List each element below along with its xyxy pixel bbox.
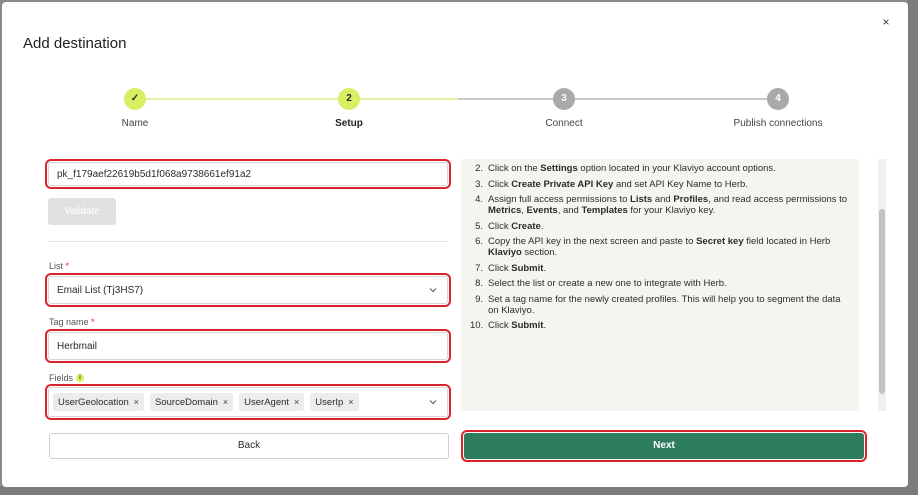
chip-user-geolocation: UserGeolocation × [53,393,145,411]
step-name-label: Name [121,118,149,129]
instruction-bold-text: Events [526,205,558,216]
instruction-text: and [652,194,674,205]
instruction-text: Click [488,262,512,274]
instructions-list: 2. Click on the Settings option located i… [470,163,850,336]
setup-form: pk_f179aef22619b5d1f068a9738661ef91a2 Va… [45,152,456,422]
instructions-panel: 2. Click on the Settings option located i… [461,159,859,411]
chip-remove-icon[interactable]: × [348,397,353,407]
instruction-text: Click [488,320,512,331]
instruction-bold-text: Lists [630,194,653,205]
fields-label: Fields i [49,373,85,383]
instruction-item: 10. Click Submit. [470,320,850,331]
scrollbar-thumb[interactable] [879,209,885,394]
instruction-text: . [543,320,547,331]
instruction-number: 3. [475,178,483,190]
instruction-bold-text: Create Private API Key [511,178,614,190]
modal-title: Add destination [23,35,127,52]
instruction-item: 7. Click Submit. [470,263,850,274]
instruction-text: field located in Herb [743,236,831,247]
instruction-text: and set API Key Name to Herb. [613,178,748,190]
close-icon[interactable]: × [878,14,894,30]
instruction-number: 6. [475,236,483,247]
stepper-line-3 [572,98,778,100]
form-divider [48,241,448,242]
step-publish-marker: 4 [767,88,789,110]
list-select[interactable]: Email List (Tj3HS7) [45,273,451,307]
instruction-item: 6. Copy the API key in the next screen an… [470,236,850,258]
fields-multiselect[interactable]: UserGeolocation × SourceDomain × UserAgent… [45,384,451,420]
instruction-number: 5. [475,220,483,232]
chip-remove-icon[interactable]: × [134,397,139,407]
instruction-text: Click [488,220,512,232]
instruction-number: 7. [475,262,483,274]
chip-user-agent: UserAgent × [239,393,305,411]
chevron-down-icon [429,288,437,293]
tag-name-label: Tag name * [49,317,95,327]
backdrop-right [908,0,918,495]
instruction-bold-text: Submit [511,320,544,331]
instruction-bold-text: Create [511,220,541,232]
instruction-item: 4. Assign full access permissions to List… [470,194,850,216]
instruction-text: , and [557,205,582,216]
instruction-text: section. [521,247,558,258]
info-icon[interactable]: i [76,374,85,382]
instruction-item: 2. Click on the Settings option located i… [470,163,850,174]
instruction-text: . [543,262,547,274]
instruction-item: 8. Select the list or create a new one to… [470,278,850,289]
chip-remove-icon[interactable]: × [294,397,299,407]
instruction-number: 9. [475,293,483,305]
tag-name-input[interactable]: Herbmail [45,329,451,363]
backdrop-bottom [0,486,918,495]
step-connect-label: Connect [545,118,583,129]
instruction-text: Assign full access permissions to [488,194,631,205]
back-button[interactable]: Back [49,433,449,459]
instruction-text: option located in your Klaviyo account o… [577,163,776,174]
instruction-number: 8. [475,278,483,289]
instruction-text: Click on the [488,163,541,174]
list-label: List * [49,261,70,271]
instruction-bold-text: Templates [581,205,628,216]
chevron-down-icon [429,400,437,405]
instruction-text: Copy the API key in the next screen and … [488,236,697,247]
step-setup-label: Setup [335,118,363,129]
step-setup-marker[interactable]: 2 [338,88,360,110]
instruction-number: 4. [475,194,483,205]
instruction-number: 10. [470,320,484,331]
validate-button[interactable]: Validate [48,198,116,225]
instruction-text: , and read access permissions to [708,194,848,205]
stepper: ✓ 2 3 4 Name Setup Connect Publish conne… [2,84,908,134]
instruction-text: Set a tag name for the newly created pro… [488,293,841,316]
stepper-line-1 [144,98,350,100]
next-button[interactable]: Next [461,430,867,462]
step-name-check-icon[interactable]: ✓ [124,88,146,110]
chip-source-domain: SourceDomain × [150,393,234,411]
instruction-text: for your Klaviyo key. [627,205,716,216]
list-select-value: Email List (Tj3HS7) [57,284,144,296]
add-destination-modal: Add destination × ✓ 2 3 4 Name Setup Con… [2,2,908,487]
instruction-item: 9. Set a tag name for the newly created p… [470,294,850,316]
stepper-line-2 [358,98,564,100]
chip-user-ip: UserIp × [310,393,359,411]
step-connect-marker: 3 [553,88,575,110]
instruction-text: Click [488,178,512,190]
instruction-bold-text: Settings [540,163,578,174]
instruction-bold-text: Metrics [488,205,522,216]
instruction-bold-text: Secret key [696,236,744,247]
instruction-item: 3. Click Create Private API Key and set A… [470,179,850,190]
instruction-bold-text: Submit [511,262,544,274]
api-key-input[interactable]: pk_f179aef22619b5d1f068a9738661ef91a2 [45,159,451,189]
instruction-number: 2. [475,163,483,174]
instruction-bold-text: Profiles [673,194,709,205]
instruction-bold-text: Klaviyo [488,247,522,258]
chip-remove-icon[interactable]: × [223,397,228,407]
instruction-text: . [540,220,544,232]
instruction-text: Select the list or create a new one to i… [488,278,727,289]
instructions-scrollbar[interactable] [878,159,886,411]
step-publish-label: Publish connections [733,118,823,129]
instruction-item: 5. Click Create. [470,221,850,232]
